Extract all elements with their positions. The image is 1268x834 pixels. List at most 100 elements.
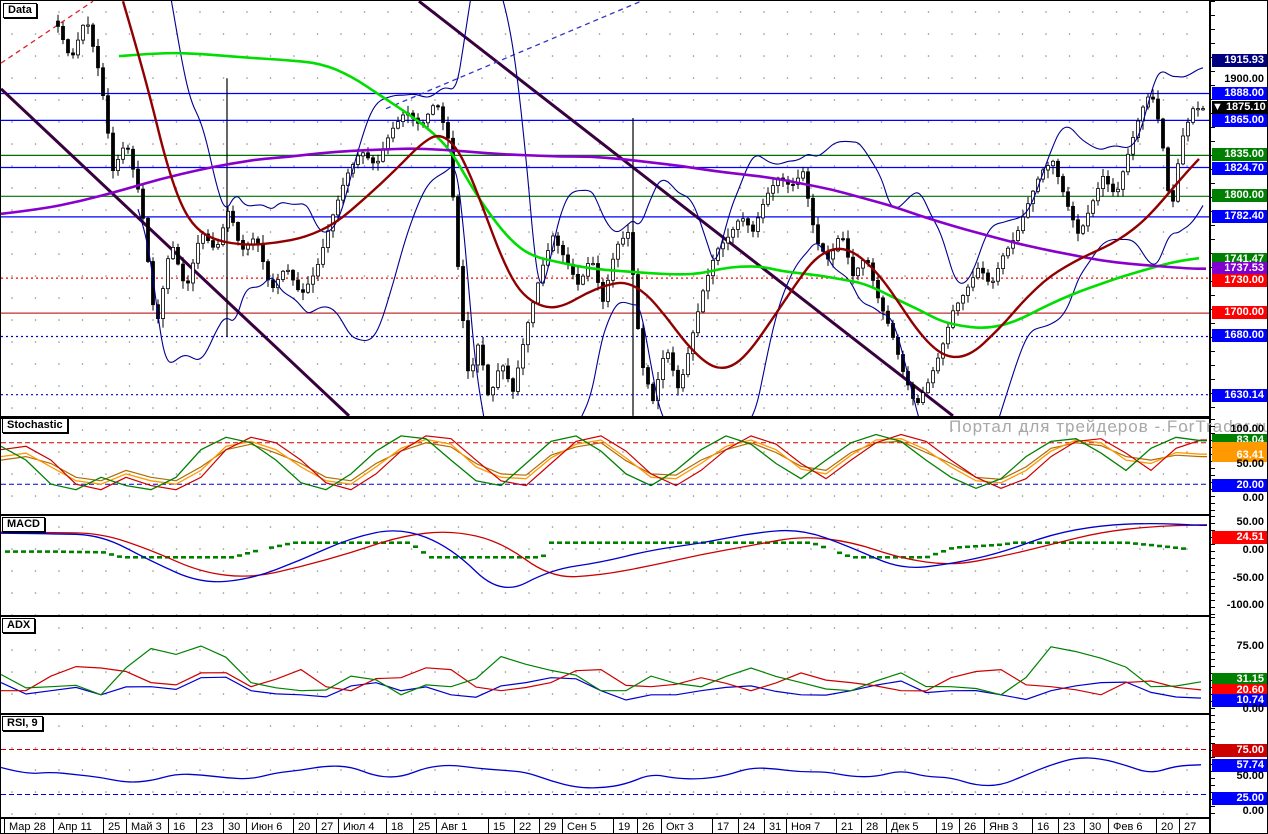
date-tick (488, 819, 489, 834)
date-label: 29 (544, 821, 556, 833)
date-tick (53, 819, 54, 834)
date-tick (613, 819, 614, 834)
date-label: Май 3 (131, 821, 162, 833)
date-label: 16 (1037, 821, 1049, 833)
date-tick (293, 819, 294, 834)
date-tick (338, 819, 339, 834)
date-label: Мар 28 (9, 821, 46, 833)
price-axis-label: 1680.00 (1212, 329, 1267, 342)
date-tick (562, 819, 563, 834)
price-axis-label: 1865.00 (1212, 114, 1267, 127)
date-tick (886, 819, 887, 834)
date-label: Янв 3 (989, 821, 1018, 833)
price-axis-label: 1800.00 (1212, 189, 1267, 202)
price-axis-label: 1730.00 (1212, 274, 1267, 287)
macd-panel-tag[interactable]: MACD (2, 517, 45, 532)
date-tick (223, 819, 224, 834)
date-tick (738, 819, 739, 834)
date-label: 20 (1161, 821, 1173, 833)
date-label: 22 (519, 821, 531, 833)
stochastic-panel-tag[interactable]: Stochastic (2, 418, 68, 433)
date-tick (436, 819, 437, 834)
date-label: 18 (391, 821, 403, 833)
date-label: 20 (298, 821, 310, 833)
date-label: Июл 4 (343, 821, 375, 833)
date-tick (103, 819, 104, 834)
rsi-panel-canvas[interactable] (1, 715, 1209, 817)
price-axis-label: ▼ 1875.10 (1212, 101, 1267, 114)
date-tick (1156, 819, 1157, 834)
rsi-axis-label: 25.00 (1212, 792, 1267, 805)
price-axis-label: 1900.00 (1212, 73, 1267, 86)
macd-panel-canvas[interactable] (1, 516, 1209, 615)
date-label: 19 (941, 821, 953, 833)
date-label: 27 (321, 821, 333, 833)
date-tick (661, 819, 662, 834)
date-label: Июн 6 (251, 821, 282, 833)
macd-axis-label: 24.51 (1212, 531, 1267, 544)
rsi-axis-label: 50.00 (1212, 770, 1267, 783)
macd-axis-label: 50.00 (1212, 516, 1267, 529)
date-label: Ноя 7 (791, 821, 820, 833)
date-tick (196, 819, 197, 834)
price-axis-label: 1888.00 (1212, 87, 1267, 100)
macd-axis-label: -50.00 (1212, 572, 1267, 585)
data-panel-tag[interactable]: Data (3, 3, 37, 18)
macd-axis-label: -100.00 (1212, 599, 1267, 612)
date-tick (712, 819, 713, 834)
adx-panel-tag[interactable]: ADX (2, 618, 35, 633)
adx-axis-label: 75.00 (1212, 640, 1267, 653)
stochastic-axis-label: 0.00 (1212, 492, 1267, 505)
panel-separator[interactable] (1, 514, 1268, 516)
date-label: Апр 11 (58, 821, 92, 833)
date-label: Авг 1 (441, 821, 467, 833)
stochastic-axis-label: 50.00 (1212, 458, 1267, 471)
date-tick (1084, 819, 1085, 834)
price-axis-label: 1630.14 (1212, 389, 1267, 402)
date-label: Сен 5 (567, 821, 596, 833)
date-label: Дек 5 (891, 821, 919, 833)
date-tick (413, 819, 414, 834)
date-label: 16 (173, 821, 185, 833)
date-label: 26 (964, 821, 976, 833)
date-tick (539, 819, 540, 834)
date-tick (786, 819, 787, 834)
date-label: Фев 6 (1113, 821, 1143, 833)
price-axis-label: 1915.93 (1212, 54, 1267, 67)
date-label: 23 (1063, 821, 1075, 833)
macd-axis-label: 0.00 (1212, 544, 1267, 557)
date-label: 15 (493, 821, 505, 833)
date-label: 25 (418, 821, 430, 833)
date-label: 28 (866, 821, 878, 833)
trading-chart-window: Data Stochastic MACD ADX RSI, 9 Портал д… (0, 0, 1268, 834)
date-tick (984, 819, 985, 834)
date-tick (1108, 819, 1109, 834)
date-tick (316, 819, 317, 834)
adx-axis-label: 0.00 (1212, 703, 1267, 716)
date-label: 21 (841, 821, 853, 833)
adx-panel-canvas[interactable] (1, 617, 1209, 713)
price-axis-label: 1824.70 (1212, 162, 1267, 175)
rsi-panel-tag[interactable]: RSI, 9 (2, 716, 43, 731)
panel-separator[interactable] (1, 713, 1268, 715)
date-tick (4, 819, 5, 834)
rsi-axis-label: 75.00 (1212, 744, 1267, 757)
date-tick (936, 819, 937, 834)
date-tick (836, 819, 837, 834)
date-tick (386, 819, 387, 834)
date-label: 27 (1184, 821, 1196, 833)
date-label: 31 (769, 821, 781, 833)
date-label: 30 (228, 821, 240, 833)
date-tick (168, 819, 169, 834)
price-axis-label: 1700.00 (1212, 306, 1267, 319)
date-tick (514, 819, 515, 834)
date-tick (959, 819, 960, 834)
rsi-axis-label: 0.00 (1212, 805, 1267, 818)
main-price-chart-canvas[interactable] (1, 1, 1209, 416)
date-tick (861, 819, 862, 834)
date-tick (637, 819, 638, 834)
panel-separator[interactable] (1, 615, 1268, 617)
price-axis-label: 1835.00 (1212, 148, 1267, 161)
date-tick (764, 819, 765, 834)
date-label: 25 (108, 821, 120, 833)
